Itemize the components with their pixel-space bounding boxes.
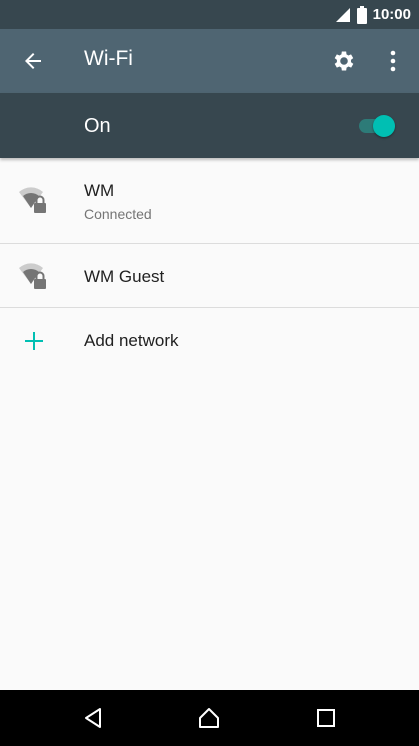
wifi-lock-icon xyxy=(19,263,46,289)
back-icon[interactable] xyxy=(81,706,105,730)
more-vert-icon[interactable] xyxy=(383,48,403,74)
back-arrow-icon[interactable] xyxy=(20,49,46,73)
status-time: 10:00 xyxy=(372,6,411,23)
wifi-lock-icon xyxy=(19,187,46,213)
gear-icon[interactable] xyxy=(331,48,357,74)
home-icon[interactable] xyxy=(197,706,221,730)
network-list: WM Connected WM Guest Add network xyxy=(0,158,419,372)
app-toolbar: Wi-Fi xyxy=(0,29,419,93)
network-status: Connected xyxy=(84,206,152,222)
network-item-wm-guest[interactable]: WM Guest xyxy=(0,244,419,308)
battery-icon xyxy=(356,5,367,24)
toggle-thumb xyxy=(373,115,395,137)
network-item-wm[interactable]: WM Connected xyxy=(0,158,419,244)
status-bar: 10:00 xyxy=(0,0,419,29)
network-name: WM Guest xyxy=(84,267,165,286)
wifi-master-switch-bar[interactable]: On xyxy=(0,93,419,158)
system-nav-bar xyxy=(0,690,419,746)
add-network-label: Add network xyxy=(84,331,179,350)
page-title: Wi-Fi xyxy=(84,47,133,70)
wifi-toggle[interactable] xyxy=(357,114,397,138)
signal-icon xyxy=(335,7,350,22)
wifi-switch-label: On xyxy=(84,115,111,137)
add-network-button[interactable]: Add network xyxy=(0,308,419,372)
network-name: WM xyxy=(84,181,115,200)
plus-icon xyxy=(25,332,43,350)
recents-icon[interactable] xyxy=(314,706,338,730)
